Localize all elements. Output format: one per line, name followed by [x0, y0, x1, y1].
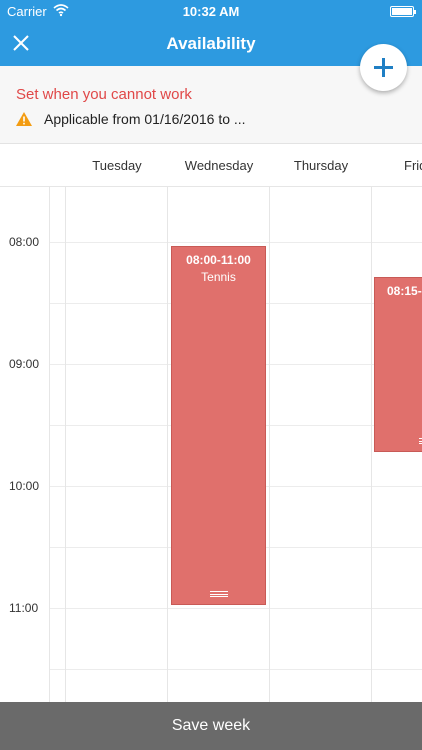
day-header-wednesday: Wednesday — [184, 158, 254, 173]
hour-label: 11:00 — [9, 601, 39, 615]
day-header-tuesday: Tuesday — [92, 158, 142, 173]
event-label: Tennis — [201, 270, 236, 284]
time-column — [0, 187, 50, 702]
hour-line — [50, 242, 422, 243]
event-time: 08:00-11:00 — [186, 253, 251, 267]
day-header-friday: Friday — [404, 158, 422, 173]
save-week-button[interactable]: Save week — [0, 702, 422, 750]
column-divider — [269, 187, 270, 702]
day-header: Tuesday Wednesday Thursday Friday — [0, 145, 422, 187]
column-divider — [167, 187, 168, 702]
status-time: 10:32 AM — [182, 4, 240, 19]
applicable-text: Applicable from 01/16/2016 to ... — [44, 111, 246, 127]
hour-label: 08:00 — [9, 235, 40, 249]
event-block-tennis[interactable]: 08:00-11:00 Tennis — [171, 246, 266, 605]
battery-icon — [390, 6, 416, 17]
calendar-grid[interactable]: 08:00 09:00 10:00 11:00 08:00-11:00 Tenn… — [0, 187, 422, 702]
day-header-thursday: Thursday — [293, 158, 349, 173]
status-bar: Carrier 10:32 AM — [0, 0, 422, 24]
hour-line — [50, 608, 422, 609]
event-time: 08:15-09:45 — [387, 284, 422, 298]
event-block-friday[interactable]: 08:15-09:45 — [374, 277, 422, 452]
column-divider — [371, 187, 372, 702]
info-heading: Set when you cannot work — [16, 86, 192, 103]
hour-label: 09:00 — [9, 357, 40, 371]
warning-icon — [16, 112, 32, 126]
nav-bar: Availability — [0, 24, 422, 66]
add-button[interactable] — [360, 44, 407, 91]
info-bar: Set when you cannot work Applicable from… — [0, 66, 422, 144]
hour-label: 10:00 — [9, 479, 40, 493]
plus-icon — [374, 58, 393, 77]
column-divider — [65, 187, 66, 702]
half-hour-line — [50, 669, 422, 670]
page-title: Availability — [166, 34, 256, 53]
resize-handle[interactable] — [209, 591, 228, 597]
